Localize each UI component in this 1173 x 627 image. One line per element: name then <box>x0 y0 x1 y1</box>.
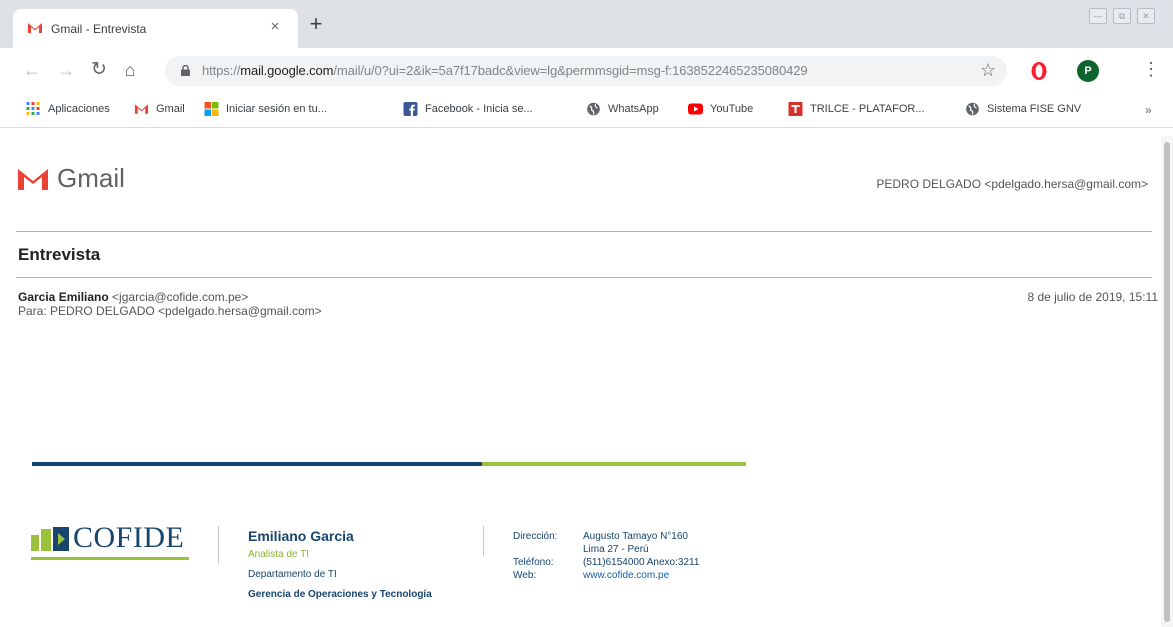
gmail-logo-text: Gmail <box>57 163 125 193</box>
cofide-logo: COFIDE <box>31 521 201 567</box>
label-web: Web: <box>513 570 537 581</box>
signature-divider-right <box>483 526 484 556</box>
label-telefono: Teléfono: <box>513 557 554 568</box>
cofide-underline <box>31 557 189 560</box>
signature-name: Emiliano Garcia <box>248 528 354 544</box>
bookmarks-bar: Aplicaciones Gmail Iniciar sesión en tu.… <box>0 94 1173 128</box>
url-text: https://mail.google.com/mail/u/0?ui=2&ik… <box>202 63 808 78</box>
signature-department: Departamento de TI <box>248 569 337 580</box>
address-bar[interactable]: https://mail.google.com/mail/u/0?ui=2&ik… <box>165 56 1007 86</box>
home-icon[interactable]: ⌂ <box>120 60 140 80</box>
label-direccion: Dirección: <box>513 531 558 542</box>
lock-icon <box>181 65 190 76</box>
scrollbar-thumb[interactable] <box>1164 142 1170 622</box>
bookmark-iniciar-sesion[interactable]: Iniciar sesión en tu... <box>204 102 327 116</box>
signature-management: Gerencia de Operaciones y Tecnología <box>248 589 432 600</box>
youtube-icon <box>688 103 703 115</box>
gmail-m-icon <box>18 168 48 190</box>
forward-arrow-icon[interactable]: → <box>56 60 76 80</box>
email-sender: Garcia Emiliano <jgarcia@cofide.com.pe> <box>18 290 249 304</box>
cofide-logo-text: COFIDE <box>73 521 185 554</box>
reload-icon[interactable]: ↻ <box>89 60 109 80</box>
bookmark-whatsapp[interactable]: WhatsApp <box>586 102 659 116</box>
bookmark-star-icon[interactable]: ☆ <box>980 60 996 80</box>
new-tab-button[interactable]: + <box>305 13 327 36</box>
gmail-logo: Gmail <box>17 163 125 194</box>
globe-icon <box>966 102 979 116</box>
tab-strip: Gmail - Entrevista × + — ⧉ ✕ <box>0 0 1173 48</box>
signature-bar-blue <box>32 462 482 466</box>
opera-extension-icon[interactable] <box>1030 61 1048 81</box>
bookmark-youtube[interactable]: YouTube <box>688 102 753 116</box>
bookmark-aplicaciones[interactable]: Aplicaciones <box>26 102 110 116</box>
value-address-line1: Augusto Tamayo N°160 <box>583 531 688 542</box>
value-address-line2: Lima 27 - Perú <box>583 544 649 555</box>
tab-title: Gmail - Entrevista <box>51 22 147 36</box>
cofide-mark-icon <box>31 527 69 551</box>
bookmark-facebook[interactable]: Facebook - Inicia se... <box>403 102 533 116</box>
signature-contact-labels: Dirección: Teléfono: Web: <box>513 530 557 582</box>
gmail-icon <box>134 104 149 114</box>
browser-toolbar: ← → ↻ ⌂ https://mail.google.com/mail/u/0… <box>0 48 1173 94</box>
website-link[interactable]: www.cofide.com.pe <box>583 569 699 582</box>
menu-kebab-icon[interactable]: ⋮ <box>1142 60 1160 80</box>
microsoft-icon <box>204 102 219 116</box>
account-info: PEDRO DELGADO <pdelgado.hersa@gmail.com> <box>876 177 1148 191</box>
bookmark-trilce[interactable]: TRILCE - PLATAFOR... <box>788 102 925 116</box>
email-date: 8 de julio de 2019, 15:11 <box>1027 290 1158 304</box>
apps-grid-icon <box>26 102 40 115</box>
back-arrow-icon[interactable]: ← <box>22 60 42 80</box>
gmail-favicon-icon <box>28 23 42 33</box>
bookmark-sistema-fise[interactable]: Sistema FISE GNV <box>965 102 1081 116</box>
tab-gmail-entrevista[interactable]: Gmail - Entrevista × <box>13 9 298 48</box>
close-window-icon[interactable]: ✕ <box>1137 8 1155 24</box>
minimize-icon[interactable]: — <box>1089 8 1107 24</box>
trilce-icon <box>788 102 803 116</box>
subject-divider <box>16 277 1152 278</box>
tab-close-icon[interactable]: × <box>265 17 285 37</box>
email-recipient: Para: PEDRO DELGADO <pdelgado.hersa@gmai… <box>18 304 322 318</box>
facebook-icon <box>403 102 418 116</box>
profile-avatar-icon[interactable]: P <box>1077 60 1099 82</box>
signature-contact-values: Augusto Tamayo N°160 Lima 27 - Perú (511… <box>583 530 699 582</box>
label-blank <box>513 543 557 556</box>
globe-icon <box>587 102 600 116</box>
window-controls: — ⧉ ✕ <box>1089 8 1155 24</box>
signature-divider-left <box>218 526 219 564</box>
bookmarks-overflow-icon[interactable]: » <box>1145 103 1152 117</box>
signature-bar-green <box>482 462 746 466</box>
bookmark-gmail[interactable]: Gmail <box>134 102 185 116</box>
vertical-scrollbar[interactable] <box>1161 136 1173 627</box>
email-subject: Entrevista <box>18 245 101 264</box>
header-divider <box>16 231 1152 232</box>
signature-role: Analista de TI <box>248 549 309 560</box>
value-phone: (511)6154000 Anexo:3211 <box>583 557 700 568</box>
restore-icon[interactable]: ⧉ <box>1113 8 1131 24</box>
